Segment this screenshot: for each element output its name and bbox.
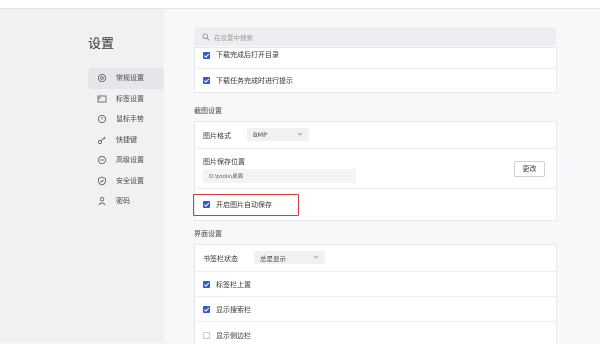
sidebar-item-password[interactable]: 密码 — [88, 191, 164, 212]
bookmark-bar-label: 书签栏状态 — [203, 255, 238, 263]
download-partial-label: 下载完成后打开目录 — [216, 51, 279, 59]
sidebar-item-label: 常规设置 — [116, 74, 144, 83]
download-prompt-label: 下载任务完成时进行提示 — [216, 77, 293, 85]
search-placeholder: 在设置中搜索 — [214, 33, 253, 42]
advanced-icon — [97, 155, 107, 165]
screenshot-section-title: 截图设置 — [194, 107, 222, 115]
save-location-row: 图片保存位置 D:\tools\桌面 更改 — [195, 149, 556, 189]
check-icon — [203, 307, 210, 312]
save-location-label: 图片保存位置 — [203, 158, 245, 166]
download-partial-checkbox[interactable] — [203, 52, 210, 59]
show-sidebar-row: 显示侧边栏 — [195, 322, 556, 344]
user-icon — [98, 197, 106, 206]
chevron-down-icon — [313, 255, 319, 259]
search-icon — [202, 32, 210, 41]
show-search-bar-checkbox[interactable] — [203, 306, 210, 313]
search-box[interactable]: 在设置中搜索 — [194, 27, 556, 46]
download-settings-card: 下载完成后打开目录 下载任务完成时进行提示 — [194, 47, 557, 93]
key-icon — [97, 136, 106, 144]
shield-icon — [98, 176, 106, 185]
image-format-value: BMP — [253, 130, 267, 139]
image-format-label: 图片格式 — [203, 132, 231, 140]
bookmark-bar-select[interactable]: 总是显示 — [254, 251, 325, 264]
check-icon — [203, 282, 210, 287]
sidebar-item-label: 快捷键 — [116, 135, 137, 144]
download-prompt-checkbox[interactable] — [203, 77, 210, 84]
show-search-bar-row: 显示搜索栏 — [195, 297, 556, 322]
sidebar-item-label: 鼠标手势 — [116, 115, 144, 124]
sidebar-item-shortcuts[interactable]: 快捷键 — [88, 130, 164, 151]
show-sidebar-checkbox[interactable] — [203, 332, 210, 339]
tab-bar-top-row: 标签栏上置 — [195, 272, 556, 297]
sidebar-item-label: 密码 — [116, 197, 130, 206]
window-top-strip — [0, 0, 600, 9]
check-icon — [203, 78, 210, 83]
page-title: 设置 — [88, 37, 115, 52]
sidebar-item-label: 高级设置 — [116, 156, 144, 165]
bookmark-bar-row: 书签栏状态 总是显示 — [195, 245, 556, 272]
show-search-bar-label: 显示搜索栏 — [216, 306, 251, 314]
interface-settings-card: 书签栏状态 总是显示 标签栏上置 显示搜索栏 显示侧边栏 — [194, 244, 557, 344]
sidebar-item-label: 安全设置 — [116, 176, 144, 185]
sidebar-item-label: 标签设置 — [116, 94, 144, 103]
interface-section-title: 界面设置 — [194, 230, 222, 238]
chevron-down-icon — [297, 132, 303, 136]
sidebar-nav: 常规设置 标签设置 鼠标手势 快捷键 高级设置 安全设置 密码 — [88, 68, 164, 212]
download-partial-row: 下载完成后打开目录 — [195, 48, 556, 69]
image-format-select[interactable]: BMP — [247, 128, 309, 141]
save-path-field: D:\tools\桌面 — [203, 169, 356, 183]
show-sidebar-label: 显示侧边栏 — [216, 332, 251, 340]
mouse-icon — [97, 114, 107, 124]
gear-icon — [97, 73, 107, 83]
tab-bar-top-checkbox[interactable] — [203, 281, 210, 288]
sidebar-item-general[interactable]: 常规设置 — [88, 68, 164, 89]
sidebar-item-security[interactable]: 安全设置 — [88, 171, 164, 192]
sidebar-item-advanced[interactable]: 高级设置 — [88, 150, 164, 171]
change-button[interactable]: 更改 — [514, 161, 545, 177]
tab-icon — [97, 95, 107, 102]
check-icon — [203, 53, 210, 58]
highlight-box — [193, 194, 299, 216]
tab-bar-top-label: 标签栏上置 — [216, 281, 251, 289]
download-prompt-row: 下载任务完成时进行提示 — [195, 69, 556, 92]
sidebar-item-mouse-gesture[interactable]: 鼠标手势 — [88, 109, 164, 130]
bookmark-bar-value: 总是显示 — [260, 254, 286, 263]
image-format-row: 图片格式 BMP — [195, 122, 556, 149]
sidebar-item-tabs[interactable]: 标签设置 — [88, 89, 164, 110]
